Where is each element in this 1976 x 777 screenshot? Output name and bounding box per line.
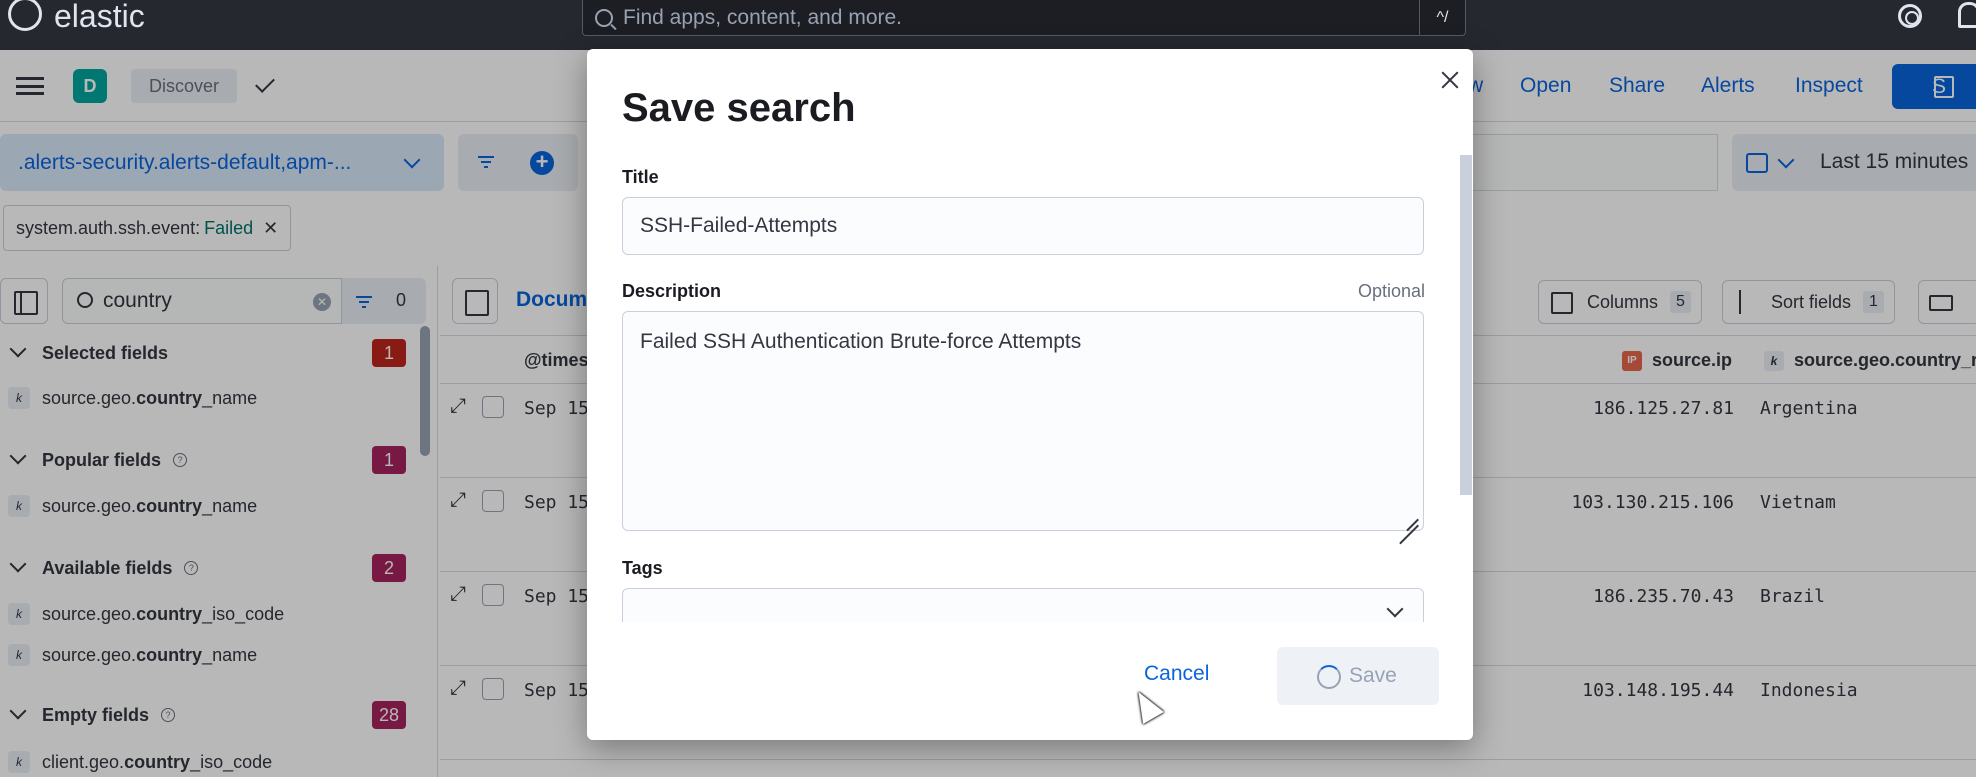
title-value: SSH-Failed-Attempts [640, 214, 838, 237]
cancel-button[interactable]: Cancel [1144, 662, 1209, 686]
modal-scrollbar[interactable] [1460, 155, 1472, 495]
save-search-modal: Save search Title SSH-Failed-Attempts De… [587, 49, 1473, 740]
elastic-logo-icon [8, 0, 42, 31]
tags-combobox[interactable] [622, 588, 1424, 622]
brand-name: elastic [54, 0, 145, 34]
loading-spinner-icon [1317, 665, 1341, 689]
optional-hint: Optional [1357, 281, 1425, 301]
search-shortcut: ^/ [1419, 0, 1465, 36]
save-button[interactable]: Save [1277, 647, 1439, 705]
resize-handle-icon[interactable] [1399, 506, 1419, 526]
modal-title: Save search [622, 86, 856, 130]
description-label: Description [622, 281, 722, 301]
description-field[interactable]: Failed SSH Authentication Brute-force At… [622, 311, 1424, 531]
help-icon[interactable] [1898, 4, 1922, 28]
notifications-icon[interactable] [1958, 2, 1976, 28]
title-label: Title [622, 167, 659, 187]
tags-label: Tags [622, 558, 663, 578]
search-placeholder: Find apps, content, and more. [623, 5, 902, 29]
search-icon [595, 8, 613, 27]
global-search-input[interactable]: Find apps, content, and more. ^/ [582, 0, 1466, 36]
global-header: elastic Find apps, content, and more. ^/ [0, 0, 1976, 50]
elastic-logo[interactable]: elastic [8, 0, 145, 34]
close-icon[interactable] [1436, 67, 1464, 95]
title-field[interactable]: SSH-Failed-Attempts [622, 197, 1424, 255]
chevron-down-icon[interactable] [1386, 600, 1404, 618]
description-value: Failed SSH Authentication Brute-force At… [640, 330, 1082, 353]
save-label: Save [1349, 664, 1397, 687]
